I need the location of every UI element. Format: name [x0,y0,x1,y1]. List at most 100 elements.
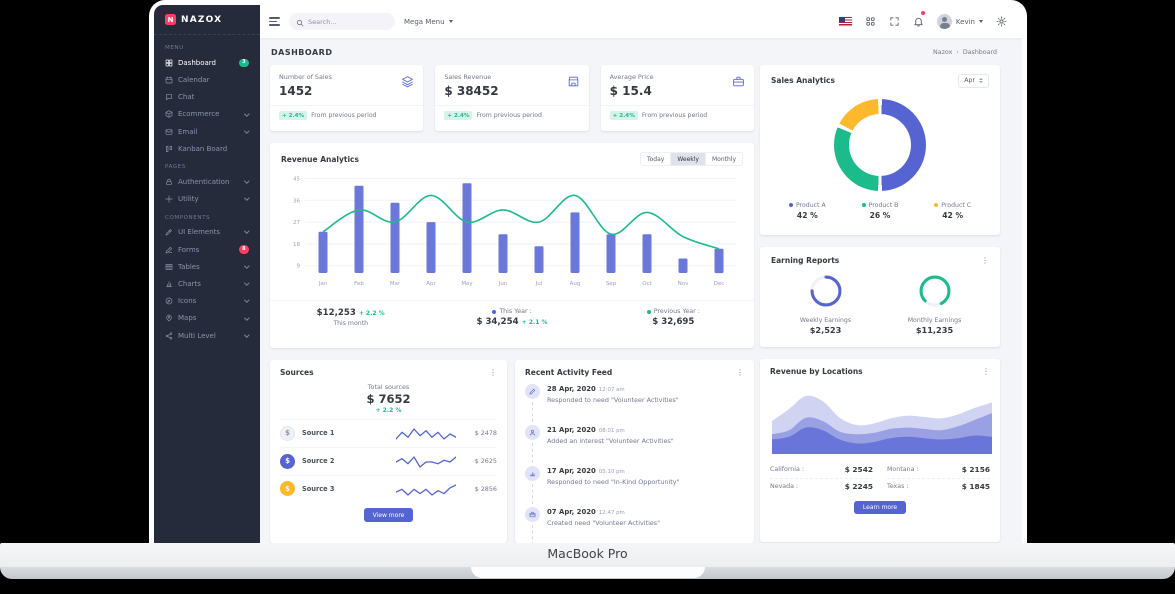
chevron-down-icon [245,280,250,285]
sidebar-item-ecommerce[interactable]: Ecommerce [154,106,260,123]
stat-card-text: Average Price$ 15.4 [610,73,654,98]
svg-text:9: 9 [297,264,301,270]
feed-date: 28 Apr, 202012:07 am [547,385,679,393]
search-icon [296,12,304,31]
user-menu[interactable]: Kevin [937,14,983,29]
chevron-down-icon [245,229,250,234]
sidebar-item-chat[interactable]: Chat [154,89,260,106]
location-value: $ 2542 [845,465,873,474]
tab-today[interactable]: Today [641,153,670,165]
macbook-mockup: N NAZOX MENUDashboard3CalendarChatEcomme… [0,0,1175,594]
mega-menu-label: Mega Menu [404,18,445,26]
sidebar-item-multi-level[interactable]: Multi Level [154,327,260,344]
view-more-button[interactable]: View more [364,508,414,522]
sidebar-item-kanban-board[interactable]: Kanban Board [154,140,260,157]
source-row-2[interactable]: $Source 2$ 2625 [280,447,497,475]
mega-menu[interactable]: Mega Menu [404,18,453,26]
source-icon: $ [280,426,295,441]
apps-grid-icon[interactable] [865,16,876,27]
sidebar-item-label: Multi Level [178,332,240,340]
chevron-down-icon [245,298,250,303]
stat-card-footer: + 2.4%From previous period [270,105,423,125]
location-stat-texas: Texas :$ 1845 [887,479,990,495]
sidebar-item-icons[interactable]: Icons [154,293,260,310]
legend-item-product-a: Product A42 % [771,202,844,220]
stat-card-text: Number of Sales1452 [279,73,332,98]
timeline-connector [532,525,533,543]
utility-icon [165,195,173,203]
sidebar-item-label: Ecommerce [178,110,240,118]
sidebar-item-utility[interactable]: Utility [154,191,260,208]
sidebar-item-label: Kanban Board [178,145,249,153]
month-select[interactable]: Apr [958,74,989,88]
location-stat-nevada: Nevada :$ 2245 [770,479,873,495]
breadcrumb-root[interactable]: Nazox [933,49,952,56]
sidebar-item-label: Icons [178,297,240,305]
sidebar-item-charts[interactable]: Charts [154,275,260,292]
sidebar-menu: MENUDashboard3CalendarChatEcommerceEmail… [154,35,260,347]
fullscreen-icon[interactable] [889,16,900,27]
menu-toggle-icon[interactable] [269,17,280,26]
avatar [937,14,952,29]
sidebar: N NAZOX MENUDashboard3CalendarChatEcomme… [154,5,260,543]
month-select-value: Apr [964,77,975,84]
sidebar-item-dashboard[interactable]: Dashboard3 [154,54,260,71]
feed-body: 21 Apr, 202008:01 pmAdded an interest "V… [547,425,674,466]
multi-level-icon [165,332,173,340]
source-row-3[interactable]: $Source 3$ 2856 [280,475,497,503]
period-tabs: TodayWeeklyMonthly [640,152,743,166]
svg-text:Sep: Sep [606,281,617,287]
kebab-menu-icon[interactable]: ⋮ [489,369,497,377]
sidebar-item-label: Authentication [178,178,240,186]
feed-text: Responded to need "In-Kind Opportunity" [547,478,680,486]
sidebar-badge: 8 [239,245,249,253]
feed-body: 07 Apr, 202012:47 pmCreated need "Volunt… [547,507,660,543]
kebab-menu-icon[interactable]: ⋮ [736,369,744,377]
search-box[interactable] [289,13,395,30]
sidebar-item-forms[interactable]: Forms8 [154,241,260,258]
search-input[interactable] [308,18,388,26]
sidebar-item-maps[interactable]: Maps [154,310,260,327]
feed-text: Responded to need "Volunteer Activities" [547,396,679,404]
macbook-notch [471,567,705,578]
timeline-column [525,466,540,507]
location-value: $ 2245 [845,482,873,491]
source-sparkline-chart [396,425,456,441]
user-icon [525,425,540,440]
svg-text:36: 36 [293,198,300,204]
card-title: Sales Analytics [771,76,835,85]
svg-text:Oct: Oct [642,281,652,287]
kebab-menu-icon[interactable]: ⋮ [981,257,989,265]
brand[interactable]: N NAZOX [154,5,260,35]
notifications-bell-icon[interactable] [913,12,924,31]
stat-card-value: $ 15.4 [610,84,654,98]
sidebar-item-label: Tables [178,263,240,271]
legend-item-product-b: Product B26 % [844,202,917,220]
maps-icon [165,314,173,322]
sidebar-item-tables[interactable]: Tables [154,258,260,275]
stat-card-value: $ 38452 [444,84,498,98]
device-label: MacBook Pro [547,546,627,561]
main-area: Mega Menu Kevin [260,5,1022,543]
location-value: $ 1845 [962,482,990,491]
source-value: $ 2478 [463,429,497,437]
source-row-1[interactable]: $Source 1$ 2478 [280,419,497,447]
svg-text:May: May [461,281,473,287]
language-flag-icon[interactable] [839,17,852,26]
learn-more-button[interactable]: Learn more [854,501,906,515]
tab-weekly[interactable]: Weekly [670,153,705,165]
settings-gear-icon[interactable] [996,16,1007,27]
feed-text: Created need "Volunteer Activities" [547,519,660,527]
sidebar-item-email[interactable]: Email [154,123,260,140]
feed-item-2: 21 Apr, 202008:01 pmAdded an interest "V… [525,425,744,466]
location-stat-montana: Montana :$ 2156 [887,462,990,479]
sidebar-item-calendar[interactable]: Calendar [154,71,260,88]
earning-reports-card: Earning Reports ⋮ Weekly Earnings$2,523M… [760,247,1000,347]
stat-card-body: Number of Sales1452 [270,65,423,98]
tab-monthly[interactable]: Monthly [705,153,742,165]
kebab-menu-icon[interactable]: ⋮ [982,368,990,376]
sidebar-item-authentication[interactable]: Authentication [154,173,260,190]
earning-value: $2,523 [771,325,880,335]
source-sparkline-chart [396,453,456,469]
sidebar-item-ui-elements[interactable]: UI Elements [154,224,260,241]
